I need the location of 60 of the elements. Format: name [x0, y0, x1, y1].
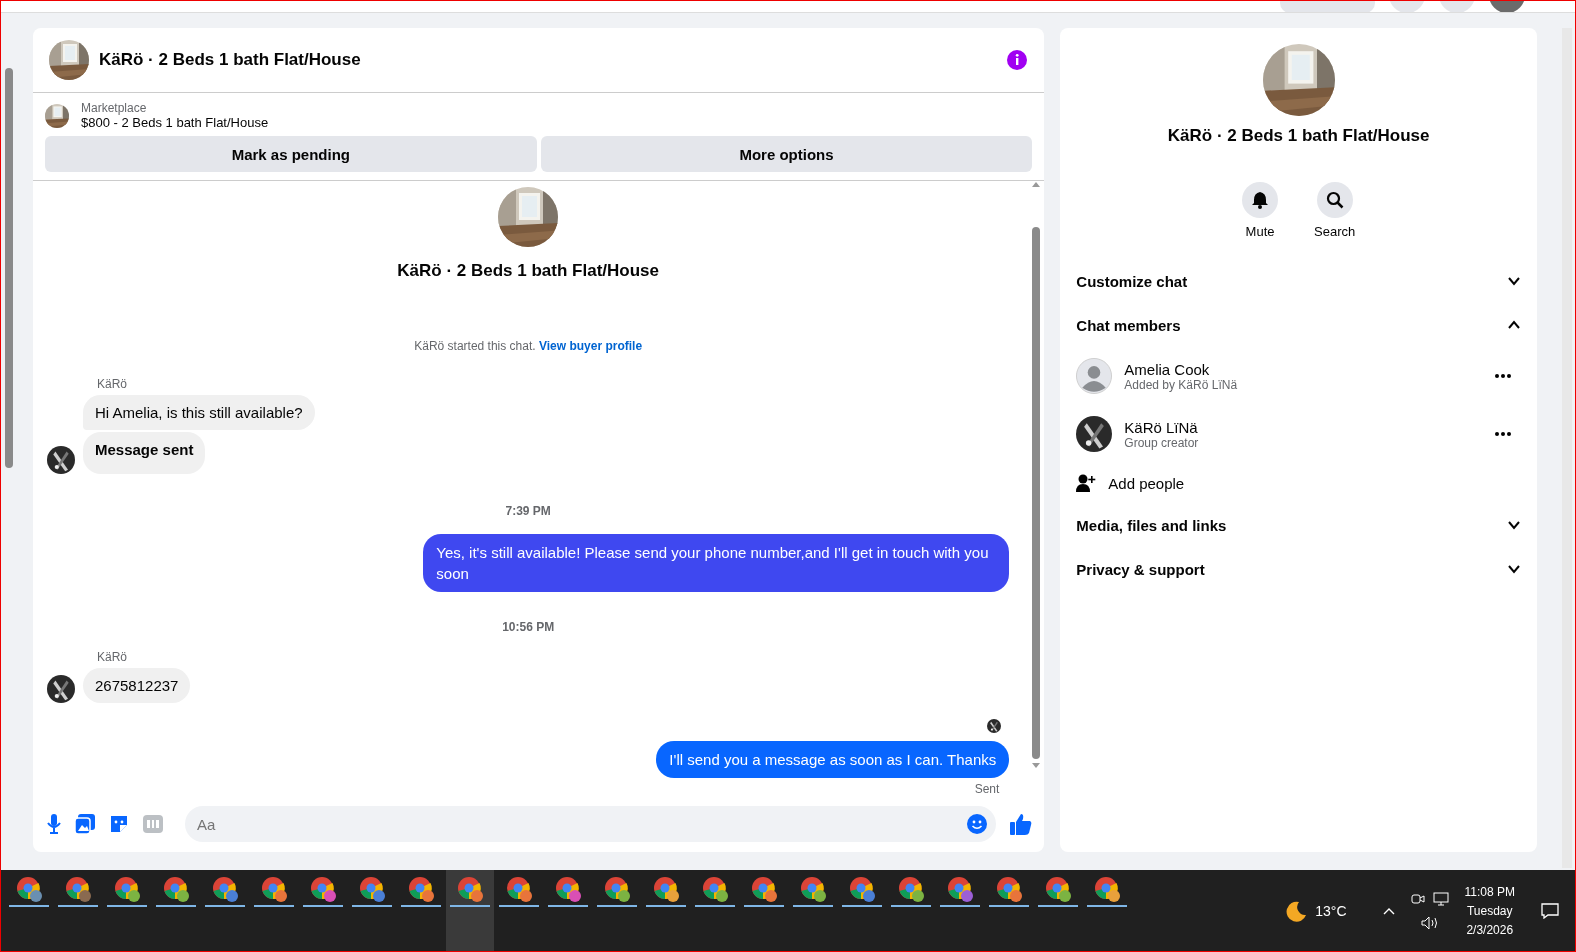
listing-label: Marketplace: [81, 101, 148, 115]
avatar-icon: [1076, 416, 1113, 452]
avatar-icon: [47, 446, 75, 474]
member-name[interactable]: KäRö LïNä: [1124, 418, 1483, 436]
listing-title: $800 - 2 Beds 1 bath Flat/House: [81, 115, 269, 130]
buyer-profile-link[interactable]: View buyer profile: [538, 339, 643, 353]
clock-date[interactable]: 2/3/2026: [1466, 922, 1514, 937]
sender-name: KäRö: [97, 377, 129, 391]
bell-icon: [1251, 191, 1270, 209]
add-person-icon: [1076, 474, 1097, 492]
monitor-icon[interactable]: [1432, 891, 1449, 906]
outgoing-message: I'll send you a message as soon as I can. Thanks: [656, 741, 1010, 778]
section-title[interactable]: Media, files and links: [1076, 516, 1227, 534]
avatar-icon: [47, 675, 75, 703]
incoming-message: Message sent: [83, 432, 206, 474]
scroll-down-icon[interactable]: [1032, 763, 1041, 769]
section-title[interactable]: Privacy & support: [1076, 560, 1205, 578]
scroll-up-icon[interactable]: [1032, 181, 1041, 187]
conversation-title: KäRö · 2 Beds 1 bath Flat/House: [99, 50, 362, 70]
caret-up-icon[interactable]: [1382, 906, 1395, 915]
emoji-icon[interactable]: [966, 813, 989, 835]
section-title[interactable]: Chat members: [1076, 316, 1181, 334]
clock-time[interactable]: 11:08 PM: [1464, 884, 1515, 899]
more-icon[interactable]: [1495, 432, 1511, 436]
sticker-icon[interactable]: [109, 814, 129, 834]
speaker-icon[interactable]: [1420, 915, 1439, 930]
action-button[interactable]: More options: [540, 136, 1033, 172]
outgoing-message: Yes, it's still available! Please send your phone number,and I'll get in touch with you soon: [423, 534, 1010, 592]
avatar-icon: [1076, 358, 1113, 394]
section-title[interactable]: Customize chat: [1076, 272, 1188, 290]
camera-icon[interactable]: [1410, 891, 1425, 906]
notification-icon[interactable]: [1541, 902, 1559, 919]
message-input[interactable]: Aa: [185, 806, 997, 842]
member-note: Added by KäRö LïNä: [1124, 377, 1239, 392]
clock-day[interactable]: Tuesday: [1466, 903, 1513, 918]
taskbar-app[interactable]: [446, 870, 494, 951]
microphone-icon[interactable]: [47, 814, 61, 834]
info-icon[interactable]: [1006, 49, 1029, 71]
sender-name: KäRö: [97, 650, 129, 664]
details-title: KäRö · 2 Beds 1 bath Flat/House: [1167, 126, 1430, 146]
thumbs-up-icon[interactable]: [1010, 813, 1033, 835]
member-note: Group creator: [1124, 435, 1200, 450]
scrollbar-thumb[interactable]: [1032, 227, 1041, 759]
search-icon: [1325, 191, 1344, 209]
temperature: 13°C: [1315, 902, 1347, 919]
seen-avatar-icon: [987, 719, 1002, 733]
moon-icon: [1285, 899, 1308, 922]
action-button[interactable]: Mark as pending: [45, 136, 537, 172]
member-name[interactable]: Amelia Cook: [1124, 360, 1483, 378]
timestamp: 10:56 PM: [501, 620, 556, 634]
thread-title: KäRö · 2 Beds 1 bath Flat/House: [397, 261, 659, 281]
incoming-message: Hi Amelia, is this still available?: [83, 395, 315, 430]
photo-icon[interactable]: [75, 814, 95, 834]
more-icon[interactable]: [1495, 374, 1511, 378]
message-status: Sent: [974, 782, 1000, 796]
chat-intro: KäRö started this chat. View buyer profile: [413, 339, 644, 353]
timestamp: 7:39 PM: [504, 504, 552, 518]
add-people-button[interactable]: Add people: [1076, 463, 1521, 503]
scrollbar-thumb[interactable]: [5, 68, 13, 468]
incoming-message: 2675812237: [83, 668, 191, 703]
